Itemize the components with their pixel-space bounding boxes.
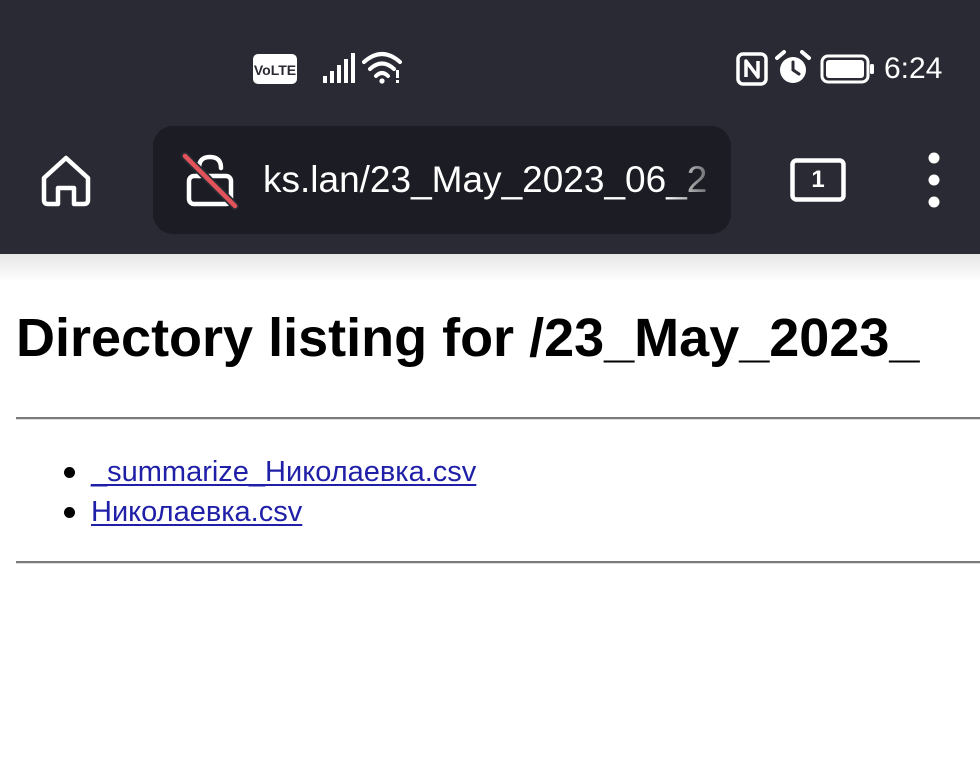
overflow-menu-button[interactable] <box>916 150 952 210</box>
file-link[interactable]: _summarize_Николаевка.csv <box>91 456 476 488</box>
bullet <box>64 467 75 478</box>
alarm-icon <box>774 50 812 86</box>
address-bar[interactable]: ks.lan/23_May_2023_06_2 <box>153 126 731 234</box>
toolbar-shadow <box>0 254 980 282</box>
volte-icon: VoLTE <box>253 54 297 84</box>
wifi-icon <box>362 50 402 84</box>
page-title: Directory listing for /23_May_2023_ <box>16 308 920 368</box>
status-time: 6:24 <box>884 52 943 85</box>
tab-switcher-button[interactable]: 1 <box>790 158 846 202</box>
nfc-icon <box>736 52 768 86</box>
tab-count: 1 <box>811 166 825 193</box>
battery-icon <box>820 54 876 84</box>
url-text[interactable]: ks.lan/23_May_2023_06_2 <box>263 156 731 204</box>
divider-top <box>16 417 980 420</box>
signal-icon <box>322 52 356 84</box>
more-vert-icon <box>928 152 940 208</box>
home-button[interactable] <box>36 150 96 210</box>
status-bar: VoLTE 6:24 <box>0 0 980 130</box>
home-icon <box>41 155 91 207</box>
insecure-lock-icon[interactable] <box>181 152 239 210</box>
bullet <box>64 507 75 518</box>
divider-bottom <box>16 561 980 564</box>
list-item: Николаевка.csv <box>56 494 476 534</box>
file-list: _summarize_Николаевка.csv Николаевка.csv <box>56 454 476 534</box>
file-link[interactable]: Николаевка.csv <box>91 496 302 528</box>
list-item: _summarize_Николаевка.csv <box>56 454 476 494</box>
browser-chrome: VoLTE 6:24 ks.lan/23_May_2023_06_2 1 <box>0 0 980 254</box>
volte-label: VoLTE <box>254 62 296 78</box>
